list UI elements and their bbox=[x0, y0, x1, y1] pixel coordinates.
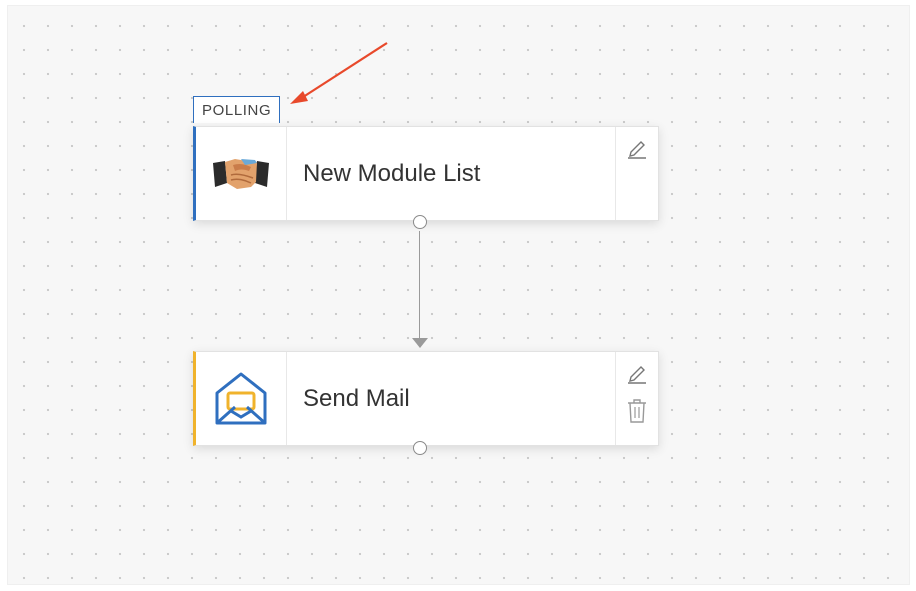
handshake-icon bbox=[213, 158, 269, 189]
polling-tag: POLLING bbox=[193, 96, 281, 123]
edit-icon[interactable] bbox=[625, 362, 649, 384]
trigger-output-port[interactable] bbox=[413, 215, 427, 229]
action-output-port[interactable] bbox=[413, 441, 427, 455]
trigger-node[interactable]: New Module List bbox=[193, 126, 659, 221]
mail-icon bbox=[215, 372, 267, 424]
action-tools bbox=[615, 352, 658, 445]
action-icon-box bbox=[196, 352, 287, 445]
trigger-tools bbox=[615, 127, 658, 220]
connector-line bbox=[419, 231, 420, 339]
trigger-title: New Module List bbox=[303, 159, 481, 187]
connector-arrowhead bbox=[412, 338, 428, 348]
edit-icon[interactable] bbox=[625, 137, 649, 159]
action-title: Send Mail bbox=[303, 384, 410, 412]
trash-icon[interactable] bbox=[626, 398, 648, 424]
annotation-arrow bbox=[290, 42, 388, 104]
action-node[interactable]: Send Mail bbox=[193, 351, 659, 446]
trigger-icon-box bbox=[196, 127, 287, 220]
